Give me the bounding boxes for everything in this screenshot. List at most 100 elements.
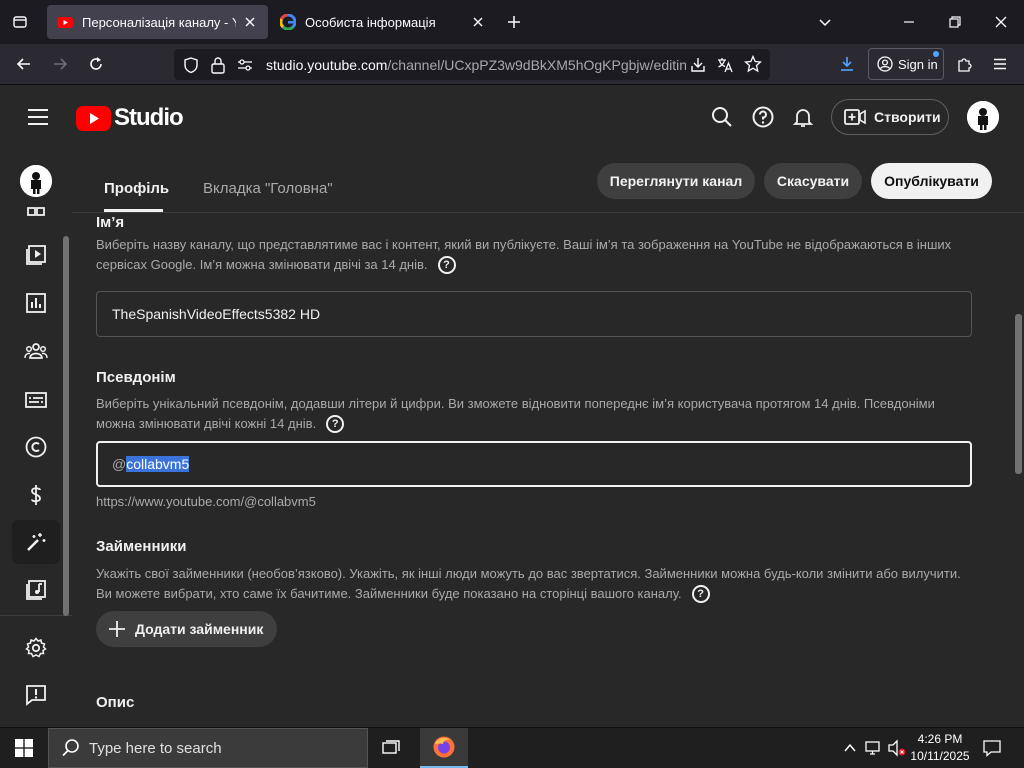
notification-dot: [933, 51, 939, 57]
close-tab-icon[interactable]: [470, 14, 486, 30]
reload-icon[interactable]: [82, 50, 110, 78]
taskbar-clock[interactable]: 4:26 PM 10/11/2025: [905, 731, 975, 765]
youtube-logo-icon: [76, 105, 111, 131]
settings-gear-icon[interactable]: [12, 626, 60, 670]
windows-taskbar: Type here to search 4:26 PM 10/11/2025: [0, 728, 1024, 768]
youtube-favicon-icon: [57, 14, 73, 30]
url-bar[interactable]: studio.youtube.com/channel/UCxpPZ3w9dBkX…: [174, 49, 770, 80]
handle-heading: Псевдонім: [96, 369, 176, 386]
name-description: Виберіть назву каналу, що представлятиме…: [96, 235, 976, 275]
main-content: Ім’я Виберіть назву каналу, що представл…: [72, 149, 1024, 727]
account-avatar[interactable]: [967, 101, 999, 133]
add-pronoun-label: Додати займенник: [135, 621, 264, 637]
handle-value: collabvm5: [126, 456, 190, 472]
tab-profile[interactable]: Профіль: [104, 180, 169, 197]
description-heading: Опис: [96, 694, 135, 711]
search-icon[interactable]: [708, 103, 736, 131]
tab-overflow-chevron-icon[interactable]: [811, 8, 839, 36]
firefox-taskbar-icon[interactable]: [420, 728, 468, 768]
subtitles-icon[interactable]: [12, 378, 60, 422]
publish-button[interactable]: Опублікувати: [871, 163, 992, 199]
left-rail: [0, 149, 72, 727]
rail-scrollbar[interactable]: [63, 236, 69, 616]
clock-time: 4:26 PM: [917, 732, 963, 746]
handle-description-text: Виберіть унікальний псевдонім, додавши л…: [96, 396, 935, 431]
account-icon: [877, 56, 893, 72]
lock-icon[interactable]: [210, 56, 226, 74]
pronouns-description: Укажіть свої займенники (необов’язково).…: [96, 564, 976, 604]
handle-description: Виберіть унікальний псевдонім, додавши л…: [96, 394, 976, 434]
handle-at-prefix: @: [112, 456, 127, 472]
save-page-icon[interactable]: [689, 56, 707, 74]
earn-dollar-icon[interactable]: [12, 473, 60, 517]
studio-logo[interactable]: Studio: [76, 104, 184, 132]
main-scrollbar[interactable]: [1015, 314, 1022, 474]
url-host: studio.youtube.com: [266, 57, 388, 73]
handle-input[interactable]: @collabvm5: [96, 441, 972, 487]
forward-icon[interactable]: [46, 50, 74, 78]
url-text[interactable]: studio.youtube.com/channel/UCxpPZ3w9dBkX…: [266, 57, 686, 73]
browser-tab-studio[interactable]: Персоналізація каналу - YouTube Studio: [47, 5, 268, 39]
cancel-button[interactable]: Скасувати: [764, 163, 862, 199]
browser-tab-personal-info[interactable]: Особиста інформація: [270, 5, 496, 39]
downloads-icon[interactable]: [833, 50, 861, 78]
plus-icon: [108, 620, 126, 638]
view-channel-button[interactable]: Переглянути канал: [597, 163, 755, 199]
create-button[interactable]: Створити: [831, 99, 949, 135]
customization-tabs-bar: Профіль Вкладка "Головна" Переглянути ка…: [72, 149, 1024, 213]
name-help-icon[interactable]: ?: [437, 256, 456, 275]
site-permissions-icon[interactable]: [236, 57, 254, 73]
notifications-bell-icon[interactable]: [789, 103, 817, 131]
pronouns-heading: Займенники: [96, 538, 187, 555]
restore-window-icon[interactable]: [941, 8, 969, 36]
action-center-icon[interactable]: [978, 734, 1006, 762]
add-pronoun-button[interactable]: Додати займенник: [96, 611, 277, 647]
dashboard-icon[interactable]: [26, 207, 46, 217]
clock-date: 10/11/2025: [910, 749, 970, 763]
handle-value-wrap: @collabvm5: [112, 456, 190, 472]
active-tab-indicator: [104, 209, 163, 212]
shield-icon[interactable]: [182, 56, 200, 74]
back-icon[interactable]: [10, 50, 38, 78]
customization-magic-wand-icon[interactable]: [12, 520, 60, 564]
send-feedback-icon[interactable]: [12, 673, 60, 717]
create-video-icon: [844, 108, 866, 126]
copyright-icon[interactable]: [12, 425, 60, 469]
name-heading: Ім’я: [96, 214, 125, 231]
channel-avatar[interactable]: [20, 165, 52, 197]
extensions-icon[interactable]: [951, 50, 979, 78]
bookmark-star-icon[interactable]: [744, 55, 762, 73]
studio-header: Studio Створити: [0, 85, 1024, 149]
minimize-window-icon[interactable]: [895, 8, 923, 36]
close-window-icon[interactable]: [987, 8, 1015, 36]
close-tab-icon[interactable]: [242, 14, 258, 30]
studio-logo-text: Studio: [114, 104, 184, 131]
sign-in-button[interactable]: Sign in: [868, 48, 944, 80]
help-icon[interactable]: [749, 103, 777, 131]
handle-url: https://www.youtube.com/@collabvm5: [96, 494, 316, 509]
pronouns-help-icon[interactable]: ?: [691, 585, 710, 604]
name-description-text: Виберіть назву каналу, що представлятиме…: [96, 237, 952, 272]
hamburger-menu-icon[interactable]: [24, 103, 52, 131]
community-icon[interactable]: [12, 329, 60, 373]
taskbar-search-icon: [61, 738, 81, 758]
pronouns-description-text: Укажіть свої займенники (необов’язково).…: [96, 566, 961, 601]
task-view-icon[interactable]: [378, 734, 406, 762]
channel-name-input[interactable]: TheSpanishVideoEffects5382 HD: [96, 291, 972, 337]
audio-library-icon[interactable]: [12, 568, 60, 612]
handle-help-icon[interactable]: ?: [326, 415, 345, 434]
windows-start-icon[interactable]: [10, 734, 38, 762]
sign-in-label: Sign in: [898, 56, 938, 72]
google-favicon-icon: [280, 14, 296, 30]
browser-nav-bar: studio.youtube.com/channel/UCxpPZ3w9dBkX…: [0, 44, 1024, 85]
taskbar-search-box[interactable]: Type here to search: [48, 728, 368, 768]
rail-divider: [0, 615, 72, 616]
tab-title: Особиста інформація: [305, 14, 436, 30]
tab-home[interactable]: Вкладка "Головна": [203, 180, 333, 197]
new-tab-icon[interactable]: [500, 8, 528, 36]
analytics-icon[interactable]: [12, 281, 60, 325]
translate-icon[interactable]: [716, 56, 734, 74]
app-menu-icon[interactable]: [986, 50, 1014, 78]
content-icon[interactable]: [12, 232, 60, 276]
tab-list-icon[interactable]: [6, 8, 34, 36]
